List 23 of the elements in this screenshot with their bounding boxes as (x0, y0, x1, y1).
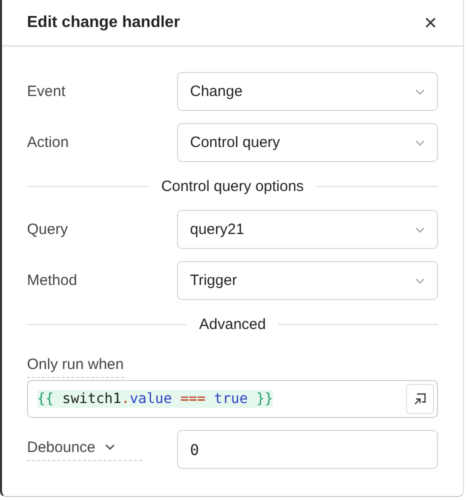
chevron-down-icon (415, 278, 425, 284)
code-input-field[interactable]: {{ switch1.value === true }} (27, 380, 438, 418)
dropdown-field[interactable]: Change (177, 72, 438, 111)
chevron-down-icon (105, 444, 116, 450)
field-label: Method (27, 272, 78, 289)
debounce-input-field[interactable]: 0 (177, 430, 438, 469)
debounce-dropdown[interactable]: Debounce (27, 438, 142, 460)
chevron-down-icon (415, 226, 425, 232)
field-label: Action (27, 134, 70, 151)
dropdown-field[interactable]: Trigger (177, 261, 438, 300)
section-heading: Advanced (199, 316, 266, 332)
close-button[interactable]: × (418, 10, 443, 36)
chevron-down-icon (415, 140, 425, 146)
chevron-down-icon (415, 88, 425, 94)
section-heading: Control query options (161, 178, 304, 194)
field-label: Query (27, 221, 69, 238)
expand-icon (413, 392, 427, 406)
field-label: Event (27, 83, 66, 100)
dropdown-field[interactable]: Control query (177, 123, 438, 162)
condition-label: Only run when (27, 356, 124, 378)
dialog-title: Edit change handler (27, 14, 180, 32)
expand-button[interactable] (406, 384, 434, 414)
dropdown-field[interactable]: query21 (177, 210, 438, 249)
